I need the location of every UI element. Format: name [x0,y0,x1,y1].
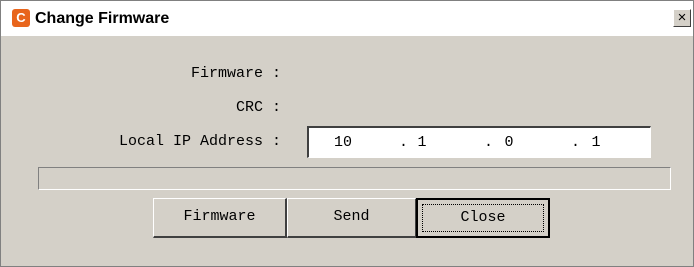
change-firmware-dialog: C Change Firmware × Firmware : CRC : Loc… [0,0,694,267]
crc-label: CRC : [235,99,281,116]
ip-octet-3[interactable]: 0 [489,134,529,151]
close-button[interactable]: Close [416,198,550,238]
local-ip-label: Local IP Address : [118,133,281,150]
close-window-button[interactable]: × [673,9,691,27]
app-icon: C [12,9,30,27]
ip-octet-2[interactable]: 1 [402,134,442,151]
ip-octet-4[interactable]: 1 [576,134,616,151]
window-title: Change Firmware [35,10,170,27]
local-ip-address-field[interactable]: 10 . 1 . 0 . 1 [307,126,651,158]
close-button-label: Close [422,204,544,232]
firmware-button[interactable]: Firmware [153,198,287,238]
upload-progress-bar [38,167,671,190]
send-button[interactable]: Send [287,198,417,238]
title-bar[interactable]: C Change Firmware × [1,1,693,36]
ip-octet-1[interactable]: 10 [323,134,363,151]
firmware-label: Firmware : [190,65,281,82]
